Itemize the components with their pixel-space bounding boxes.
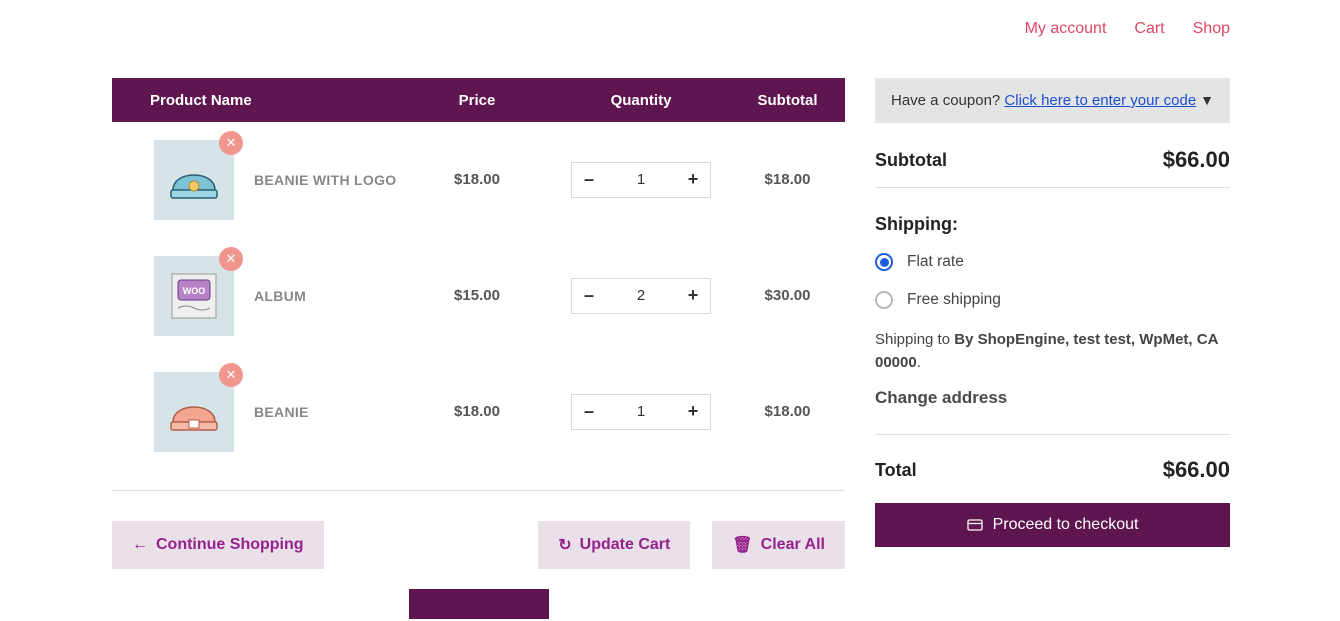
coupon-link[interactable]: Click here to enter your code xyxy=(1004,92,1196,109)
qty-value[interactable]: 2 xyxy=(606,287,676,304)
radio-selected-icon xyxy=(875,253,893,271)
button-label: Continue Shopping xyxy=(156,536,304,554)
subtotal-label: Subtotal xyxy=(875,150,947,171)
qty-minus-button[interactable]: – xyxy=(572,169,606,190)
album-icon: WOO xyxy=(166,268,222,324)
cart-actions: ← Continue Shopping ↻ Update Cart 🗑 Clea… xyxy=(112,521,845,569)
row-subtotal: $18.00 xyxy=(730,403,845,420)
svg-text:WOO: WOO xyxy=(183,286,206,296)
refresh-icon: ↻ xyxy=(558,535,571,555)
qty-minus-button[interactable]: – xyxy=(572,401,606,422)
product-thumbnail: ✕ xyxy=(154,140,234,220)
cart-table-header: Product Name Price Quantity Subtotal xyxy=(112,78,845,122)
quantity-stepper: – 1 + xyxy=(571,162,711,198)
table-row: ✕ BEANIE $18.00 – 1 + $18.00 xyxy=(112,354,845,470)
th-price: Price xyxy=(402,92,552,109)
row-subtotal: $30.00 xyxy=(730,287,845,304)
shipping-option-flat-rate[interactable]: Flat rate xyxy=(875,253,1230,271)
clear-all-button[interactable]: 🗑 Clear All xyxy=(712,521,845,569)
row-subtotal: $18.00 xyxy=(730,171,845,188)
radio-unselected-icon xyxy=(875,291,893,309)
product-name[interactable]: BEANIE xyxy=(234,404,402,420)
divider xyxy=(112,490,845,491)
beanie-icon xyxy=(167,392,221,432)
proceed-to-checkout-button[interactable]: Proceed to checkout xyxy=(875,503,1230,547)
nav-my-account[interactable]: My account xyxy=(1025,20,1107,38)
cart-table: Product Name Price Quantity Subtotal ✕ B… xyxy=(112,78,845,619)
button-label: Update Cart xyxy=(580,536,671,554)
product-thumbnail: ✕ WOO xyxy=(154,256,234,336)
nav-shop[interactable]: Shop xyxy=(1193,20,1230,38)
th-quantity: Quantity xyxy=(552,92,730,109)
shipping-option-free-shipping[interactable]: Free shipping xyxy=(875,291,1230,309)
qty-plus-button[interactable]: + xyxy=(676,169,710,190)
th-product: Product Name xyxy=(112,92,402,109)
continue-shopping-button[interactable]: ← Continue Shopping xyxy=(112,521,324,569)
product-name[interactable]: BEANIE WITH LOGO xyxy=(234,172,402,188)
th-subtotal: Subtotal xyxy=(730,92,845,109)
shipping-option-label: Flat rate xyxy=(907,253,964,271)
divider xyxy=(875,434,1230,435)
change-address-link[interactable]: Change address xyxy=(875,388,1230,408)
table-row: ✕ WOO ALBUM $15.00 – 2 + xyxy=(112,238,845,354)
chevron-down-icon: ▼ xyxy=(1200,92,1214,108)
product-price: $18.00 xyxy=(402,171,552,188)
qty-plus-button[interactable]: + xyxy=(676,401,710,422)
product-thumbnail: ✕ xyxy=(154,372,234,452)
coupon-toggle[interactable]: Have a coupon? Click here to enter your … xyxy=(875,78,1230,123)
trash-icon: 🗑 xyxy=(732,535,752,555)
nav-cart[interactable]: Cart xyxy=(1134,20,1164,38)
product-price: $15.00 xyxy=(402,287,552,304)
shipping-destination: Shipping to By ShopEngine, test test, Wp… xyxy=(875,329,1230,374)
update-cart-button[interactable]: ↻ Update Cart xyxy=(538,521,690,569)
remove-item-button[interactable]: ✕ xyxy=(219,247,243,271)
total-row: Total $66.00 xyxy=(875,457,1230,483)
coupon-lead: Have a coupon? xyxy=(891,92,1004,109)
close-icon: ✕ xyxy=(226,135,237,151)
arrow-left-icon: ← xyxy=(132,536,148,554)
product-name[interactable]: ALBUM xyxy=(234,288,402,304)
quantity-stepper: – 2 + xyxy=(571,278,711,314)
qty-minus-button[interactable]: – xyxy=(572,285,606,306)
shipping-option-label: Free shipping xyxy=(907,291,1001,309)
top-nav: My account Cart Shop xyxy=(1025,20,1230,38)
total-value: $66.00 xyxy=(1163,457,1230,483)
remove-item-button[interactable]: ✕ xyxy=(219,131,243,155)
subtotal-row: Subtotal $66.00 xyxy=(875,123,1230,188)
table-row: ✕ BEANIE WITH LOGO $18.00 – 1 + $1 xyxy=(112,122,845,238)
quantity-stepper: – 1 + xyxy=(571,394,711,430)
close-icon: ✕ xyxy=(226,251,237,267)
qty-value[interactable]: 1 xyxy=(606,171,676,188)
close-icon: ✕ xyxy=(226,367,237,383)
checkout-bar-partial[interactable] xyxy=(409,589,549,619)
qty-value[interactable]: 1 xyxy=(606,403,676,420)
total-label: Total xyxy=(875,460,917,481)
qty-plus-button[interactable]: + xyxy=(676,285,710,306)
subtotal-value: $66.00 xyxy=(1163,147,1230,173)
button-label: Proceed to checkout xyxy=(993,516,1139,534)
remove-item-button[interactable]: ✕ xyxy=(219,363,243,387)
button-label: Clear All xyxy=(761,536,825,554)
cart-summary: Have a coupon? Click here to enter your … xyxy=(875,78,1230,619)
product-price: $18.00 xyxy=(402,403,552,420)
beanie-icon xyxy=(167,160,221,200)
shipping-heading: Shipping: xyxy=(875,214,1230,235)
card-icon xyxy=(967,517,983,533)
